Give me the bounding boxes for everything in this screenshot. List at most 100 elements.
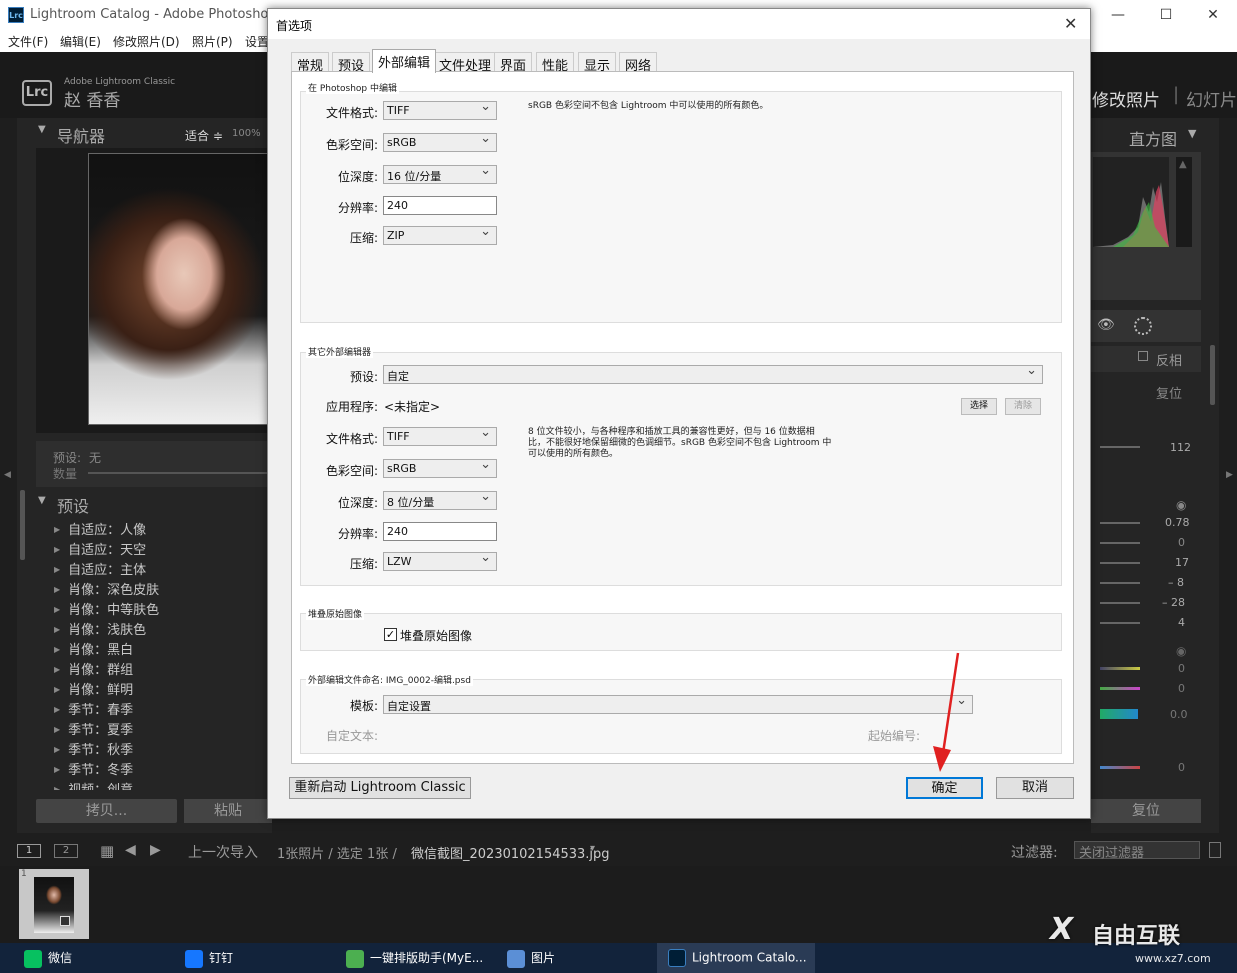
restart-lightroom-button[interactable]: 重新启动 Lightroom Classic <box>289 777 471 799</box>
temp-slider-track[interactable] <box>1100 667 1140 670</box>
preset-item[interactable]: 肖像：浅肤色 <box>54 619 146 638</box>
eye-icon[interactable]: ◉ <box>1176 644 1186 658</box>
preset-item[interactable]: 季节：春季 <box>54 699 133 718</box>
eye-icon[interactable]: ◉ <box>1176 498 1186 512</box>
slider-track[interactable] <box>1100 622 1140 624</box>
slider-track[interactable] <box>1100 582 1140 584</box>
slider-track[interactable] <box>1100 446 1140 448</box>
slider-track[interactable] <box>1100 602 1140 604</box>
main-window-button[interactable]: 1 <box>17 844 41 858</box>
editor-preset-select[interactable]: 自定 <box>383 363 1043 384</box>
clipping-indicator-icon[interactable]: ▲ <box>1179 159 1187 170</box>
preset-item[interactable]: 视频：创意 <box>54 779 133 790</box>
module-slideshow[interactable]: 幻灯片 <box>1186 86 1237 111</box>
template-select[interactable]: 自定设置 <box>383 693 973 714</box>
preset-item[interactable]: 自适应：天空 <box>54 539 146 558</box>
collapse-triangle-icon[interactable]: ▼ <box>38 124 46 135</box>
preset-item[interactable]: 肖像：深色皮肤 <box>54 579 159 598</box>
tab-external-editing[interactable]: 外部编辑 <box>372 49 437 73</box>
file-format-select[interactable]: TIFF <box>383 425 497 446</box>
left-panel-toggle-icon[interactable]: ◀ <box>4 470 11 480</box>
paste-button[interactable]: 粘贴 <box>184 799 272 823</box>
preset-item[interactable]: 自适应：主体 <box>54 559 146 578</box>
collapse-triangle-icon[interactable]: ▼ <box>38 495 46 506</box>
preset-item[interactable]: 肖像：群组 <box>54 659 133 678</box>
redeye-icon[interactable]: 👁 <box>1097 317 1115 333</box>
dialog-close-icon[interactable]: ✕ <box>1064 14 1077 33</box>
minimize-button[interactable]: — <box>1095 0 1141 30</box>
compression-select[interactable]: ZIP <box>383 224 497 245</box>
preset-item[interactable]: 肖像：黑白 <box>54 639 133 658</box>
menu-settings[interactable]: 设置 <box>245 33 269 50</box>
back-arrow-icon[interactable]: ◀ <box>125 842 136 858</box>
ok-button[interactable]: 确定 <box>906 777 983 799</box>
right-panel-toggle-icon[interactable]: ▶ <box>1226 470 1233 480</box>
bit-depth-select[interactable]: 16 位/分量 <box>383 163 497 184</box>
color-space-select[interactable]: sRGB <box>383 457 497 478</box>
filmstrip-thumbnail[interactable]: 1 <box>19 869 89 939</box>
resolution-input[interactable]: 240 <box>383 196 497 215</box>
resolution-input[interactable]: 240 <box>383 522 497 541</box>
radial-filter-icon[interactable] <box>1134 317 1152 335</box>
cancel-button[interactable]: 取消 <box>996 777 1074 799</box>
second-window-button[interactable]: 2 <box>54 844 78 858</box>
compression-select[interactable]: LZW <box>383 550 497 571</box>
slider-track[interactable] <box>1100 766 1140 769</box>
forward-arrow-icon[interactable]: ▶ <box>150 842 161 858</box>
bit-depth-select[interactable]: 8 位/分量 <box>383 489 497 510</box>
color-slider-track[interactable] <box>1100 709 1138 719</box>
slider-track[interactable] <box>1100 562 1140 564</box>
reset-link[interactable]: 复位 <box>1156 383 1182 402</box>
copy-button[interactable]: 拷贝... <box>36 799 177 823</box>
preset-item[interactable]: 肖像：中等肤色 <box>54 599 159 618</box>
filter-select[interactable]: 关闭过滤器 <box>1074 841 1200 861</box>
close-window-button[interactable]: ✕ <box>1190 0 1236 30</box>
reset-button[interactable]: 复位 <box>1091 799 1201 823</box>
tab-display[interactable]: 显示 <box>578 52 617 74</box>
tint-slider-track[interactable] <box>1100 687 1140 690</box>
tab-file-handling[interactable]: 文件处理 <box>433 52 498 74</box>
preset-item[interactable]: 季节：秋季 <box>54 739 133 758</box>
slider-track[interactable] <box>1100 542 1140 544</box>
menu-file[interactable]: 文件(F) <box>8 33 48 50</box>
taskbar-lightroom[interactable]: Lightroom Catalo... <box>668 949 807 967</box>
amount-slider[interactable] <box>88 472 268 474</box>
taskbar-wechat[interactable]: 微信 <box>24 949 72 968</box>
preset-item[interactable]: 自适应：人像 <box>54 519 146 538</box>
chevron-down-icon[interactable]: ▾ <box>590 843 595 854</box>
stack-checkbox[interactable]: ✓ <box>384 628 397 641</box>
tab-performance[interactable]: 性能 <box>536 52 575 74</box>
source-label[interactable]: 上一次导入 <box>188 842 258 862</box>
preset-item[interactable]: 肖像：鲜明 <box>54 679 133 698</box>
preset-label: 预设: <box>53 451 82 465</box>
slider-value: 17 <box>1175 556 1189 569</box>
menu-develop[interactable]: 修改照片(D) <box>113 33 180 50</box>
navigator-zoom[interactable]: 100% <box>232 128 261 139</box>
taskbar-layout-helper[interactable]: 一键排版助手(MyE... <box>346 949 483 968</box>
collapse-triangle-icon[interactable]: ▼ <box>1188 127 1196 140</box>
slider-track[interactable] <box>1100 522 1140 524</box>
clear-button[interactable]: 清除 <box>1005 398 1041 415</box>
taskbar-photos[interactable]: 图片 <box>507 949 555 968</box>
tab-interface[interactable]: 界面 <box>494 52 533 74</box>
file-format-select[interactable]: TIFF <box>383 99 497 120</box>
tab-presets[interactable]: 预设 <box>332 52 371 74</box>
navigator-fit[interactable]: 适合 ≑ <box>185 127 223 144</box>
tab-general[interactable]: 常规 <box>291 52 330 74</box>
choose-button[interactable]: 选择 <box>961 398 997 415</box>
filter-lock-icon[interactable] <box>1209 842 1221 858</box>
preset-item[interactable]: 季节：冬季 <box>54 759 133 778</box>
module-develop[interactable]: 修改照片 <box>1092 86 1160 111</box>
right-panel-scrollbar[interactable] <box>1210 345 1215 405</box>
maximize-button[interactable]: ☐ <box>1143 0 1189 30</box>
taskbar-dingtalk[interactable]: 钉钉 <box>185 949 233 968</box>
menu-photo[interactable]: 照片(P) <box>192 33 233 50</box>
menu-edit[interactable]: 编辑(E) <box>60 33 101 50</box>
preset-item[interactable]: 季节：夏季 <box>54 719 133 738</box>
left-panel-scrollbar[interactable] <box>20 490 25 560</box>
grid-icon[interactable]: ▦ <box>100 842 114 860</box>
invert-checkbox[interactable] <box>1138 351 1148 361</box>
tab-network[interactable]: 网络 <box>619 52 658 74</box>
color-space-select[interactable]: sRGB <box>383 131 497 152</box>
file-name[interactable]: 微信截图_20230102154533.jpg <box>411 843 610 862</box>
